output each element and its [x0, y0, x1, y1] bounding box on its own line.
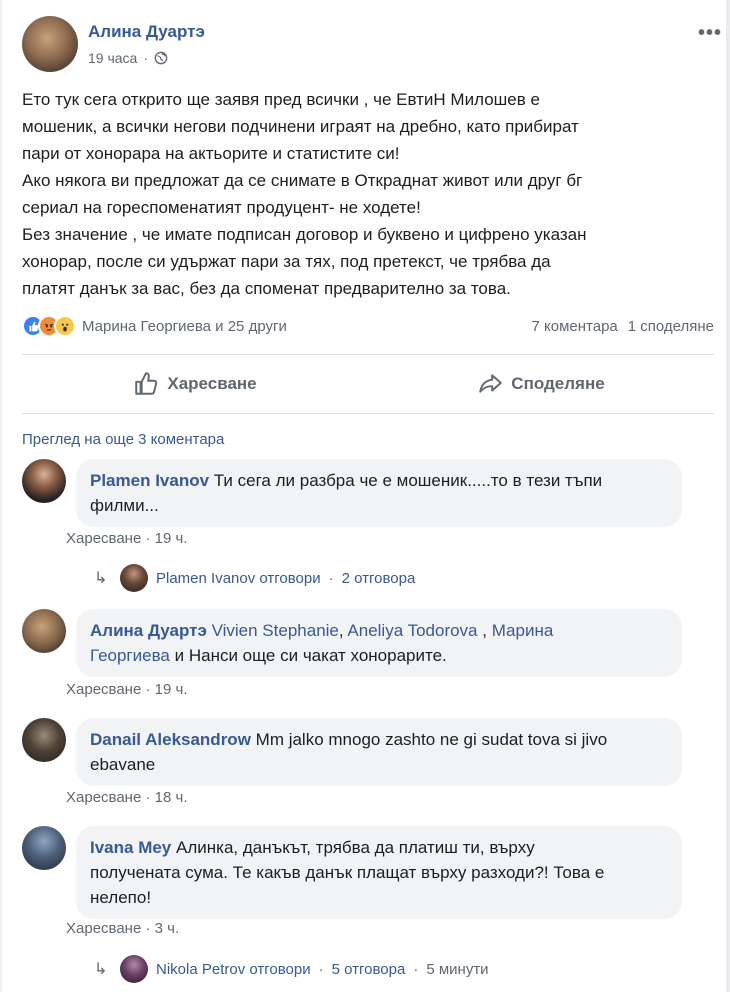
- meta-dot: ·: [145, 789, 151, 806]
- comment-author[interactable]: Ivana Mey: [90, 838, 171, 857]
- comment-actions: Харесване · 18 ч.: [66, 789, 188, 806]
- share-button[interactable]: Споделяне: [368, 356, 714, 412]
- comment-text: ebavane: [90, 755, 156, 774]
- post-line: сериал на гореспоменатият продуцент- не …: [22, 198, 421, 217]
- commenter-avatar[interactable]: [22, 609, 66, 653]
- meta-dot: ·: [413, 960, 419, 978]
- reply-time: 5 минути: [426, 960, 489, 978]
- like-button-label: Харесване: [167, 374, 257, 393]
- comment-text: Ти сега ли разбра че е мошеник.....то в …: [213, 471, 603, 490]
- share-arrow-icon: [479, 374, 503, 393]
- comment-text: филми...: [90, 496, 159, 515]
- post-line: мошеник, а всички негови подчинени играя…: [22, 117, 579, 136]
- reply-author-text: Plamen Ivanov отговори: [156, 569, 321, 587]
- post-author-name[interactable]: Алина Дуартэ: [88, 22, 205, 42]
- view-more-comments-link[interactable]: Преглед на още 3 коментара: [22, 431, 224, 448]
- tagged-user[interactable]: Марина: [492, 621, 554, 640]
- comment-bubble: Plamen Ivanov Ти сега ли разбра че е мош…: [76, 459, 682, 527]
- shares-count[interactable]: 1 споделяне: [628, 318, 714, 335]
- post-line: пари от хонорара на актьорите и статисти…: [22, 144, 400, 163]
- comment-like-link[interactable]: Харесване: [66, 920, 141, 937]
- comment-like-link[interactable]: Харесване: [66, 530, 141, 547]
- tagged-user[interactable]: Vivien Stephanie: [212, 621, 339, 640]
- comment-author[interactable]: Danail Aleksandrow: [90, 730, 251, 749]
- comment-bubble: Алина Дуартэ Vivien Stephanie, Aneliya T…: [76, 609, 682, 677]
- separator: ,: [477, 621, 492, 640]
- reply-arrow-icon: ↳: [94, 961, 108, 978]
- meta-dot: ·: [145, 530, 151, 547]
- comment-like-link[interactable]: Харесване: [66, 789, 141, 806]
- comment-time[interactable]: 18 ч.: [155, 789, 188, 806]
- replies-link[interactable]: ↳ Nikola Petrov отговори · 5 отговора · …: [94, 955, 489, 983]
- replies-link[interactable]: ↳ Plamen Ivanov отговори · 2 отговора: [94, 564, 415, 592]
- post-line: Без значение , че имате подписан договор…: [22, 225, 587, 244]
- meta-dot: ·: [318, 960, 324, 978]
- divider: [22, 413, 714, 414]
- stats-counts: 7 коментара 1 споделяне: [532, 318, 715, 335]
- comment-text: получената сума. Те какъв данък плащат в…: [90, 863, 605, 882]
- reply-count: 5 отговора: [331, 960, 406, 978]
- divider: [22, 354, 714, 355]
- author-avatar[interactable]: [22, 16, 78, 72]
- commenter-avatar[interactable]: [22, 459, 66, 503]
- comment-text: нелепо!: [90, 888, 152, 907]
- comment-time[interactable]: 19 ч.: [155, 681, 188, 698]
- post-actions: Харесване Споделяне: [22, 356, 714, 412]
- post-header: Алина Дуартэ 19 часа · •••: [22, 16, 722, 76]
- page-left-edge: [0, 0, 2, 992]
- reactions-summary[interactable]: Марина Георгиева и 25 други: [82, 318, 287, 335]
- comment-bubble: Ivana Mey Алинка, данъкът, трябва да пла…: [76, 826, 682, 919]
- post-line: Ако някога ви предложат да се снимате в …: [22, 171, 583, 190]
- post-meta: 19 часа ·: [88, 50, 168, 66]
- post-stats: Марина Георгиева и 25 други 7 коментара …: [22, 313, 714, 339]
- post-line: платят данък за вас, без да споменат пре…: [22, 279, 511, 298]
- page-right-edge: [726, 0, 730, 992]
- comment-time[interactable]: 3 ч.: [155, 920, 180, 937]
- more-options-icon[interactable]: •••: [698, 22, 722, 45]
- comment-text: Алинка, данъкът, трябва да платиш ти, въ…: [176, 838, 535, 857]
- meta-dot: ·: [143, 50, 148, 66]
- comment-time[interactable]: 19 ч.: [155, 530, 188, 547]
- post-timestamp[interactable]: 19 часа: [88, 50, 137, 66]
- comment-bubble: Danail Aleksandrow Mm jalko mnogo zashto…: [76, 718, 682, 786]
- commenter-avatar[interactable]: [22, 826, 66, 870]
- post-body: Ето тук сега открито ще заявя пред всичк…: [22, 86, 712, 302]
- tagged-user[interactable]: Георгиева: [90, 646, 170, 665]
- reaction-icons[interactable]: [22, 315, 76, 337]
- reply-author-text: Nikola Petrov отговори: [156, 960, 311, 978]
- reply-arrow-icon: ↳: [94, 570, 108, 587]
- meta-dot: ·: [145, 681, 151, 698]
- tagged-user[interactable]: Aneliya Todorova: [347, 621, 477, 640]
- meta-dot: ·: [328, 569, 334, 587]
- replier-avatar: [120, 564, 148, 592]
- comment-actions: Харесване · 3 ч.: [66, 920, 179, 937]
- comment-text: Mm jalko mnogo zashto ne gi sudat tova s…: [255, 730, 608, 749]
- meta-dot: ·: [145, 920, 151, 937]
- replier-avatar: [120, 955, 148, 983]
- comment-text: и Нанси още си чакат хонорарите.: [169, 646, 447, 665]
- post-line: Ето тук сега открито ще заявя пред всичк…: [22, 90, 540, 109]
- globe-icon: [154, 51, 168, 65]
- wow-reaction-icon: [54, 315, 76, 337]
- comment-author[interactable]: Plamen Ivanov: [90, 471, 209, 490]
- share-button-label: Споделяне: [511, 374, 605, 393]
- comments-count[interactable]: 7 коментара: [532, 318, 618, 335]
- like-button[interactable]: Харесване: [22, 356, 368, 412]
- comment-actions: Харесване · 19 ч.: [66, 681, 188, 698]
- comment-author[interactable]: Алина Дуартэ: [90, 621, 207, 640]
- comment-like-link[interactable]: Харесване: [66, 681, 141, 698]
- post-line: хонорар, после си удържат пари за тях, п…: [22, 252, 551, 271]
- comment-actions: Харесване · 19 ч.: [66, 530, 188, 547]
- thumbs-up-icon: [135, 372, 158, 395]
- reply-count: 2 отговора: [341, 569, 416, 587]
- commenter-avatar[interactable]: [22, 718, 66, 762]
